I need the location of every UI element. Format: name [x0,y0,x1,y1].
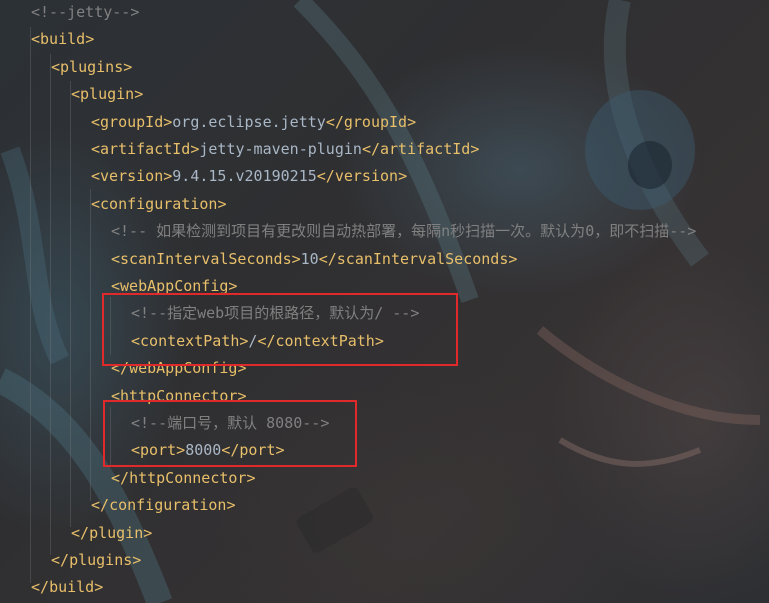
xml-comment: <!--jetty--> [31,3,140,21]
tag-bracket: </ [31,578,50,597]
code-line[interactable]: <configuration> [91,191,226,218]
xml-close-tag: httpConnector [129,468,247,487]
xml-open-tag: groupId [100,112,164,131]
indent-guide [50,54,51,555]
tag-bracket: </ [111,468,130,487]
code-line[interactable]: </configuration> [91,492,236,519]
tag-bracket: > [163,167,173,186]
code-line[interactable]: <!--jetty--> [31,0,139,26]
tag-bracket: > [226,496,236,515]
code-line[interactable]: <version>9.4.15.v20190215</version> [91,163,407,190]
tag-bracket: > [246,468,256,487]
tag-bracket: > [398,167,408,186]
xml-comment: <!-- 如果检测到项目有更改则自动热部署，每隔n秒扫描一次。默认为0，即不扫描… [111,222,697,241]
code-line[interactable]: <groupId>org.eclipse.jetty</groupId> [91,109,416,136]
tag-bracket: < [31,30,41,49]
tag-bracket: </ [361,140,380,158]
tag-bracket: > [94,578,104,597]
xml-open-tag: configuration [100,194,218,213]
xml-open-tag: build [40,30,86,49]
indent-guide [70,81,71,527]
xml-open-tag: scanIntervalSeconds [120,249,292,268]
xml-open-tag: plugins [60,57,124,76]
tag-bracket: > [470,140,480,158]
tag-bracket: > [217,194,227,213]
code-line[interactable]: </httpConnector> [111,465,256,492]
code-line[interactable]: </build> [31,574,103,601]
indent-guide [90,189,91,501]
xml-close-tag: configuration [109,496,227,515]
tag-bracket: </ [91,496,110,515]
xml-open-tag: version [100,167,164,186]
highlight-box-port [103,400,357,467]
xml-close-tag: build [49,578,95,597]
tag-bracket: < [91,194,101,213]
xml-value: org.eclipse.jetty [172,112,326,131]
tag-bracket: </ [316,167,335,186]
xml-close-tag: version [334,167,399,186]
xml-close-tag: groupId [343,112,408,131]
xml-value: jetty-maven-plugin [199,140,362,158]
tag-bracket: > [407,112,417,131]
code-line[interactable]: <build> [31,26,94,53]
code-line[interactable]: <plugins> [51,54,132,81]
tag-bracket: </ [318,249,337,268]
tag-bracket: </ [325,112,344,131]
code-line[interactable]: </plugins> [51,547,141,574]
xml-close-tag: artifactId [380,140,471,158]
code-line[interactable]: <plugin> [71,81,143,108]
xml-value: 10 [300,249,319,268]
tag-bracket: < [91,167,101,186]
xml-close-tag: plugin [89,523,144,542]
tag-bracket: > [291,249,301,268]
tag-bracket: </ [51,551,70,569]
highlight-box-webappconfig [102,293,458,366]
code-line[interactable]: <!-- 如果检测到项目有更改则自动热部署，每隔n秒扫描一次。默认为0，即不扫描… [111,218,696,245]
tag-bracket: > [123,57,133,76]
tag-bracket: > [143,523,153,542]
xml-close-tag: scanIntervalSeconds [336,249,509,268]
tag-bracket: < [111,249,121,268]
xml-close-tag: plugins [69,551,133,569]
tag-bracket: < [91,112,101,131]
indent-guide [30,27,31,583]
tag-bracket: > [85,30,95,49]
xml-open-tag: plugin [80,85,135,104]
code-editor[interactable]: <!--jetty--> <build> <plugins> <plugin> <gro… [0,0,769,603]
tag-bracket: > [134,85,144,104]
tag-bracket: </ [71,523,90,542]
xml-value: 9.4.15.v20190215 [172,167,317,186]
xml-open-tag: artifactId [100,140,191,158]
tag-bracket: < [71,85,81,104]
tag-bracket: > [508,249,518,268]
code-line[interactable]: <scanIntervalSeconds>10</scanIntervalSec… [111,246,517,273]
code-line[interactable]: </plugin> [71,520,152,547]
code-line[interactable]: <artifactId>jetty-maven-plugin</artifact… [91,136,479,163]
tag-bracket: < [91,140,101,158]
tag-bracket: < [51,57,61,76]
tag-bracket: > [132,551,142,569]
tag-bracket: > [163,112,173,131]
